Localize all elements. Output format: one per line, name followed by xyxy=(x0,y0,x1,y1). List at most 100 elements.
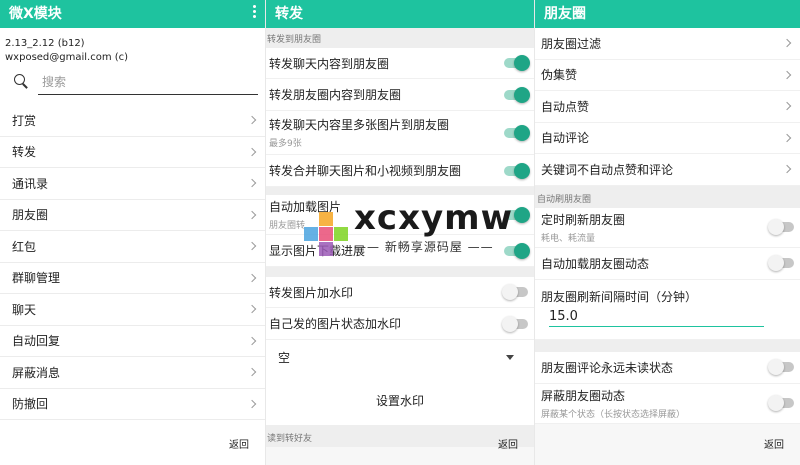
setting-row[interactable]: 转发合并聊天图片和小视频到朋友圈 xyxy=(266,155,534,187)
menu-item-keyword-exclusion[interactable]: 关键词不自动点赞和评论 xyxy=(535,154,800,186)
chevron-right-icon xyxy=(247,305,257,314)
back-button[interactable]: 返回 xyxy=(498,436,518,451)
divider xyxy=(535,339,800,352)
chevron-right-icon xyxy=(247,368,257,377)
chevron-right-icon xyxy=(247,179,257,188)
set-watermark-button[interactable]: 设置水印 xyxy=(376,392,424,409)
chevron-right-icon xyxy=(247,116,257,125)
setting-row[interactable]: 显示图片下载进展 xyxy=(266,235,534,267)
setting-row[interactable]: 朋友圈评论永远未读状态 xyxy=(535,352,800,384)
menu-item-auto-reply[interactable]: 自动回复 xyxy=(0,326,265,357)
settings-group: 定时刷新朋友圈 耗电、耗流量 自动加载朋友圈动态 朋友圈刷新间隔时间（分钟） xyxy=(535,207,800,340)
dropdown-arrow-icon xyxy=(506,355,514,360)
settings-group: 转发图片加水印 自己发的图片状态加水印 xyxy=(266,277,534,340)
forward-settings-panel: 转发 转发到朋友圈 转发聊天内容到朋友圈 转发朋友圈内容到朋友圈 转发聊天内容里… xyxy=(266,0,534,465)
dropdown-value: 空 xyxy=(278,351,291,365)
toggle-switch[interactable] xyxy=(502,284,528,300)
settings-group: 朋友圈评论永远未读状态 屏蔽朋友圈动态 屏蔽某个状态（长按状态选择屏蔽） xyxy=(535,351,800,424)
menu-item-moments-filter[interactable]: 朋友圈过滤 xyxy=(535,28,800,60)
setting-row[interactable]: 屏蔽朋友圈动态 屏蔽某个状态（长按状态选择屏蔽） xyxy=(535,384,800,424)
interval-input[interactable] xyxy=(541,304,764,324)
setting-row[interactable]: 自己发的图片状态加水印 xyxy=(266,308,534,340)
menu-item-label: 转发 xyxy=(12,145,37,160)
search-input[interactable] xyxy=(38,71,258,93)
setting-title: 自动加载图片 xyxy=(269,200,342,214)
toggle-switch[interactable] xyxy=(504,206,530,223)
toggle-switch[interactable] xyxy=(768,359,794,375)
menu-item-label: 群聊管理 xyxy=(12,271,61,286)
toggle-switch[interactable] xyxy=(504,124,530,141)
setting-row[interactable]: 转发聊天内容里多张图片到朋友圈 最多9张 xyxy=(266,111,534,155)
menu-item-anti-recall[interactable]: 防撤回 xyxy=(0,389,265,420)
menu-item-chat[interactable]: 聊天 xyxy=(0,294,265,326)
toggle-switch[interactable] xyxy=(504,55,530,71)
menu-item-moments[interactable]: 朋友圈 xyxy=(0,200,265,231)
setting-title: 显示图片下载进展 xyxy=(269,244,366,258)
setting-title: 自己发的图片状态加水印 xyxy=(269,317,402,331)
setting-row[interactable]: 自动加载图片 朋友圈转 xyxy=(266,195,534,235)
setting-title: 转发聊天内容里多张图片到朋友圈 xyxy=(269,118,450,132)
app-bar: 朋友圈 xyxy=(535,0,800,28)
back-button[interactable]: 返回 xyxy=(764,436,784,451)
menu-item-group-chat[interactable]: 群聊管理 xyxy=(0,263,265,294)
setting-row[interactable]: 定时刷新朋友圈 耗电、耗流量 xyxy=(535,208,800,248)
section-header: 自动刷朋友圈 xyxy=(535,185,800,208)
chevron-right-icon xyxy=(247,273,257,282)
setting-title: 定时刷新朋友圈 xyxy=(541,212,626,227)
menu-item-label: 通讯录 xyxy=(12,176,49,191)
chevron-right-icon xyxy=(782,70,792,79)
chevron-right-icon xyxy=(247,336,257,345)
setting-row[interactable]: 转发聊天内容到朋友圈 xyxy=(266,48,534,79)
screenshot-collage: 微X模块 2.13_2.12 (b12) wxposed@gmail.com (… xyxy=(0,0,800,465)
menu-item-label: 打赏 xyxy=(12,113,37,128)
toggle-switch[interactable] xyxy=(504,162,530,179)
toggle-switch[interactable] xyxy=(768,395,794,411)
search-bar xyxy=(14,71,258,95)
chevron-right-icon xyxy=(782,133,792,142)
chevron-right-icon xyxy=(782,102,792,111)
chevron-right-icon xyxy=(247,210,257,219)
chevron-right-icon xyxy=(782,165,792,174)
setting-title: 屏蔽朋友圈动态 xyxy=(541,388,626,403)
menu-item-red-packet[interactable]: 红包 xyxy=(0,231,265,263)
setting-row[interactable]: 自动加载朋友圈动态 xyxy=(535,248,800,280)
setting-row[interactable]: 转发朋友圈内容到朋友圈 xyxy=(266,79,534,111)
interval-setting: 朋友圈刷新间隔时间（分钟） xyxy=(535,280,800,340)
overflow-menu-icon[interactable] xyxy=(253,5,257,18)
setting-row[interactable]: 转发图片加水印 xyxy=(266,277,534,308)
app-bar: 转发 xyxy=(266,0,534,28)
setting-title: 转发朋友圈内容到朋友圈 xyxy=(269,88,402,102)
setting-subtitle: 耗电、耗流量 xyxy=(541,233,596,244)
section-header: 转发到朋友圈 xyxy=(266,28,534,48)
watermark-dropdown[interactable]: 空 xyxy=(266,340,534,375)
menu-list: 打赏 转发 通讯录 朋友圈 红包 群聊管理 聊天 自动回复 屏蔽消息 防撤回 xyxy=(0,105,265,420)
setting-title: 朋友圈评论永远未读状态 xyxy=(541,360,674,375)
toggle-switch[interactable] xyxy=(502,315,528,332)
input-underline xyxy=(549,325,764,327)
menu-item-auto-like[interactable]: 自动点赞 xyxy=(535,91,800,123)
setting-title: 转发聊天内容到朋友圈 xyxy=(269,56,390,71)
menu-item-label: 聊天 xyxy=(12,302,37,317)
menu-item-block-messages[interactable]: 屏蔽消息 xyxy=(0,357,265,389)
menu-item-label: 关键词不自动点赞和评论 xyxy=(541,162,674,177)
menu-item-contacts[interactable]: 通讯录 xyxy=(0,168,265,200)
menu-item-tip[interactable]: 打赏 xyxy=(0,105,265,137)
moments-menu: 朋友圈过滤 伪集赞 自动点赞 自动评论 关键词不自动点赞和评论 xyxy=(535,28,800,186)
section-header: 读到转好友 xyxy=(266,425,534,447)
chevron-right-icon xyxy=(247,147,257,156)
menu-item-label: 伪集赞 xyxy=(541,68,578,83)
toggle-switch[interactable] xyxy=(768,219,794,235)
chevron-right-icon xyxy=(247,242,257,251)
menu-item-fake-likes[interactable]: 伪集赞 xyxy=(535,59,800,91)
toggle-switch[interactable] xyxy=(504,242,530,259)
setting-title: 朋友圈刷新间隔时间（分钟） xyxy=(541,289,698,304)
divider xyxy=(266,187,534,195)
menu-item-auto-comment[interactable]: 自动评论 xyxy=(535,122,800,154)
back-button[interactable]: 返回 xyxy=(229,436,249,451)
menu-item-label: 自动点赞 xyxy=(541,99,590,114)
button-row: 设置水印 xyxy=(266,375,534,425)
toggle-switch[interactable] xyxy=(768,255,794,271)
menu-item-label: 自动回复 xyxy=(12,334,61,349)
toggle-switch[interactable] xyxy=(504,86,530,103)
menu-item-forward[interactable]: 转发 xyxy=(0,137,265,168)
